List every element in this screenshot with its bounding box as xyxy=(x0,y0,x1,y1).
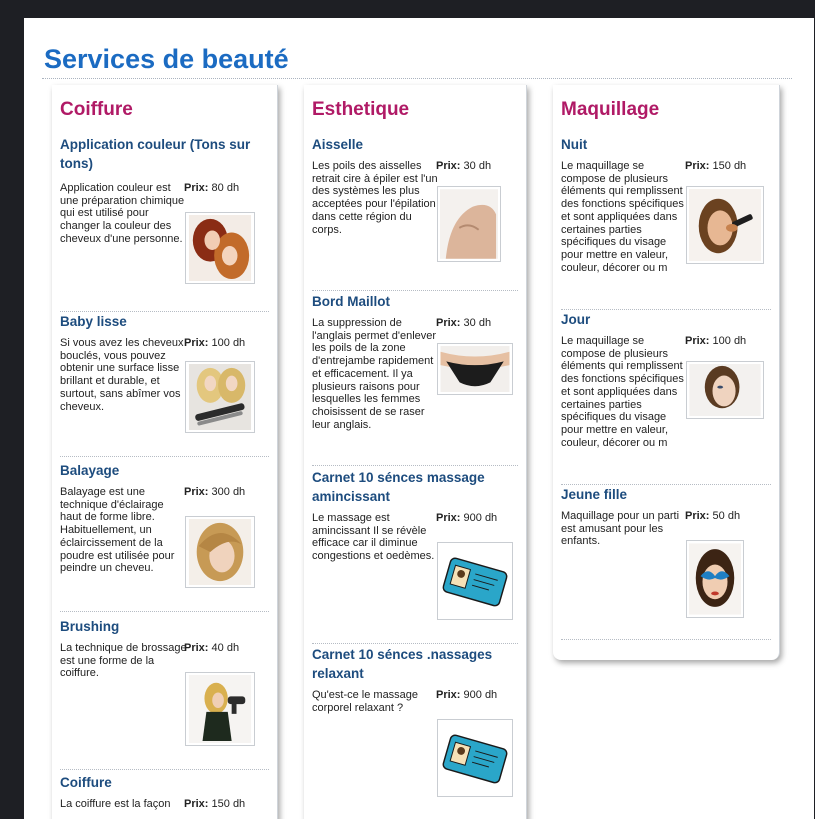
id-card-icon xyxy=(440,545,510,617)
page-title: Services de beauté xyxy=(44,44,289,74)
service-name[interactable]: Carnet 10 sénces .nassages relaxant xyxy=(312,645,518,683)
hair-straightener-photo[interactable] xyxy=(185,361,255,433)
service-price: Prix: 80 dh xyxy=(184,182,240,194)
woman-face-photo[interactable] xyxy=(686,361,764,419)
service-price: Prix: 30 dh xyxy=(436,317,492,329)
service-price: Prix: 900 dh xyxy=(436,512,498,524)
column-maquillage: Maquillage Nuit Le maquillage se compose… xyxy=(553,85,780,660)
service-item: Bord Maillot La suppression de l'anglais… xyxy=(312,292,518,466)
service-item: Coiffure La coiffure est la façon Prix: … xyxy=(60,773,269,811)
service-price: Prix: 100 dh xyxy=(184,337,246,349)
id-card-icon xyxy=(440,722,510,794)
service-price: Prix: 300 dh xyxy=(184,486,246,498)
shoulder-photo[interactable] xyxy=(437,186,501,262)
woman-hair-color-photo xyxy=(188,215,252,281)
service-description: Les poils des aisselles retrait cire à é… xyxy=(312,160,438,236)
column-title: Maquillage xyxy=(561,99,660,120)
service-name[interactable]: Carnet 10 sénces massage amincissant xyxy=(312,468,518,506)
service-item: Carnet 10 sénces .nassages relaxant Qu'e… xyxy=(312,645,518,797)
woman-hairdryer-photo[interactable] xyxy=(185,672,255,746)
service-item: Jeune fille Maquillage pour un parti est… xyxy=(561,485,771,640)
service-description: Balayage est une technique d'éclairage h… xyxy=(60,486,175,575)
bikini-photo[interactable] xyxy=(437,343,513,395)
service-description: Qu'est-ce le massage corporel relaxant ? xyxy=(312,689,419,714)
column-title: Coiffure xyxy=(60,99,133,120)
service-price: Prix: 900 dh xyxy=(436,689,498,701)
column-coiffure: Coiffure Application couleur (Tons sur t… xyxy=(52,85,278,819)
service-description: La suppression de l'anglais permet d'enl… xyxy=(312,317,437,431)
service-description: Le massage est amincissant Il se révèle … xyxy=(312,512,435,563)
woman-face-photo xyxy=(689,364,761,416)
service-item: Balayage Balayage est une technique d'éc… xyxy=(60,461,269,612)
service-price: Prix: 40 dh xyxy=(184,642,240,654)
service-description: Si vous avez les cheveux bouclés, vous p… xyxy=(60,337,184,413)
service-price: Prix: 150 dh xyxy=(685,160,747,172)
service-description: Le maquillage se compose de plusieurs él… xyxy=(561,335,684,449)
column-title: Esthetique xyxy=(312,99,410,120)
shoulder-photo xyxy=(440,189,498,259)
service-item: Application couleur (Tons sur tons) Appl… xyxy=(60,135,269,312)
service-description: La coiffure est la façon xyxy=(60,798,171,810)
makeup-brush-photo[interactable] xyxy=(686,186,764,264)
service-item: Baby lisse Si vous avez les cheveux bouc… xyxy=(60,312,269,457)
service-description: Le maquillage se compose de plusieurs él… xyxy=(561,160,684,274)
service-description: La technique de brossage est une forme d… xyxy=(60,642,187,680)
service-name[interactable]: Nuit xyxy=(561,135,771,154)
service-name[interactable]: Brushing xyxy=(60,617,269,636)
service-item: Brushing La technique de brossage est un… xyxy=(60,617,269,770)
service-name[interactable]: Coiffure xyxy=(60,773,269,792)
face-paint-photo[interactable] xyxy=(686,540,744,618)
service-name[interactable]: Aisselle xyxy=(312,135,518,154)
hair-straightener-photo xyxy=(188,364,252,430)
service-name[interactable]: Bord Maillot xyxy=(312,292,518,311)
column-esthetique: Esthetique Aisselle Les poils des aissel… xyxy=(304,85,527,819)
service-description: Maquillage pour un parti est amusant pou… xyxy=(561,510,680,548)
service-item: Carnet 10 sénces massage amincissant Le … xyxy=(312,468,518,644)
service-name[interactable]: Balayage xyxy=(60,461,269,480)
woman-hair-color-photo[interactable] xyxy=(185,212,255,284)
makeup-brush-photo xyxy=(689,189,761,261)
service-price: Prix: 30 dh xyxy=(436,160,492,172)
service-price: Prix: 100 dh xyxy=(685,335,747,347)
service-price: Prix: 50 dh xyxy=(685,510,741,522)
service-description: Application couleur est une préparation … xyxy=(60,182,185,245)
blonde-woman-photo xyxy=(188,519,252,585)
service-price: Prix: 150 dh xyxy=(184,798,246,810)
service-name[interactable]: Application couleur (Tons sur tons) xyxy=(60,135,269,173)
service-item: Aisselle Les poils des aisselles retrait… xyxy=(312,135,518,291)
face-paint-photo xyxy=(689,543,741,615)
id-card-icon[interactable] xyxy=(437,719,513,797)
id-card-icon[interactable] xyxy=(437,542,513,620)
title-divider xyxy=(42,78,792,79)
woman-hairdryer-photo xyxy=(188,675,252,743)
service-name[interactable]: Baby lisse xyxy=(60,312,269,331)
service-item: Jour Le maquillage se compose de plusieu… xyxy=(561,310,771,485)
bikini-photo xyxy=(440,346,510,392)
blonde-woman-photo[interactable] xyxy=(185,516,255,588)
service-name[interactable]: Jeune fille xyxy=(561,485,771,504)
service-name[interactable]: Jour xyxy=(561,310,771,329)
service-item: Nuit Le maquillage se compose de plusieu… xyxy=(561,135,771,310)
page: Services de beauté Coiffure Application … xyxy=(24,18,814,819)
